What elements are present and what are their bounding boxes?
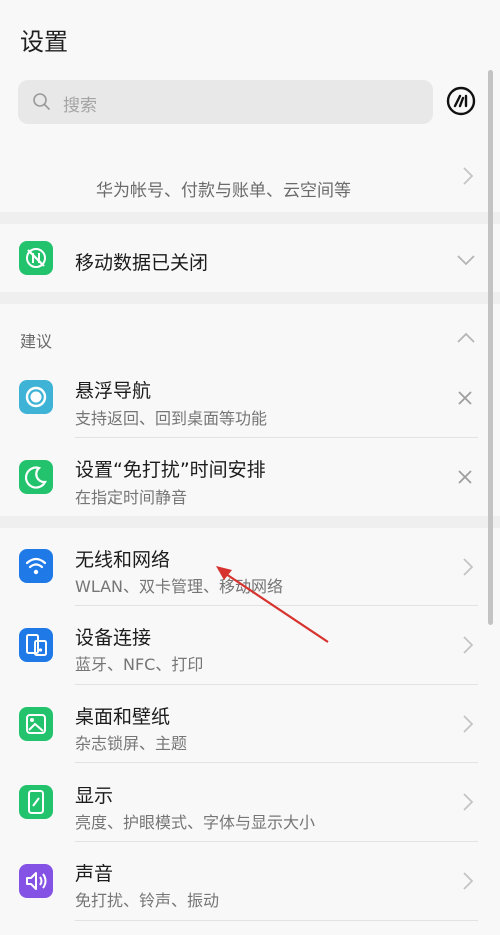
mobile-data-label: 移动数据已关闭 [75,252,209,274]
floating-nav-icon [19,380,53,414]
chevron-right-icon [462,635,474,655]
mobile-data-off-icon [19,241,53,275]
account-row[interactable]: 华为帐号、付款与账单、云空间等 [0,134,500,212]
chevron-down-icon[interactable] [456,254,476,266]
account-subtitle: 华为帐号、付款与账单、云空间等 [96,181,351,201]
annotation-arrow-icon [216,566,329,643]
settings-item-title: 声音 [75,863,114,885]
divider [75,684,478,685]
display-icon [19,785,53,819]
settings-item-title: 显示 [75,785,114,807]
settings-item-subtitle: 蓝牙、NFC、打印 [75,655,204,674]
chevron-right-icon [462,714,474,734]
chevron-right-icon [462,557,474,577]
suggestion-title: 悬浮导航 [75,380,152,402]
moon-icon [19,460,53,494]
settings-item-title: 桌面和壁纸 [75,706,171,728]
close-icon[interactable] [457,469,473,485]
divider [75,762,478,763]
wifi-icon [19,549,53,583]
top-bar: 设置 [0,0,500,72]
settings-item-subtitle: 亮度、护眼模式、字体与显示大小 [75,813,316,832]
search-input[interactable]: 搜索 [18,80,433,124]
settings-item-title: 设备连接 [75,627,152,649]
chevron-right-icon [462,166,474,186]
suggestions-section: 建议 悬浮导航 支持返回、回到桌面等功能 设置“免打扰”时间安排 在指定时间静音 [0,304,500,516]
close-icon[interactable] [457,390,473,406]
search-account-section: 搜索 华为帐号、付款与账单、云空间等 [0,72,500,212]
chevron-up-icon[interactable] [456,332,476,344]
chevron-right-icon [462,792,474,812]
scrollbar[interactable] [488,70,493,625]
chevron-right-icon [462,871,474,891]
settings-item-subtitle: 免打扰、铃声、振动 [75,891,220,910]
suggestion-subtitle: 支持返回、回到桌面等功能 [75,409,268,428]
search-placeholder: 搜索 [63,96,97,116]
settings-item-subtitle: 杂志锁屏、主题 [75,734,188,753]
page-title: 设置 [20,28,68,56]
settings-item-title: 无线和网络 [75,549,171,571]
voice-assistant-icon[interactable] [445,85,477,117]
suggestions-header: 建议 [20,332,53,351]
suggestion-subtitle: 在指定时间静音 [75,488,188,507]
sound-icon [19,864,53,898]
wallpaper-icon [19,707,53,741]
device-connection-icon [19,628,53,662]
divider [75,841,478,842]
divider [75,437,478,438]
mobile-data-row[interactable]: 移动数据已关闭 [0,224,500,292]
search-icon [32,92,52,112]
divider [75,920,478,921]
suggestion-title: 设置“免打扰”时间安排 [75,459,266,481]
